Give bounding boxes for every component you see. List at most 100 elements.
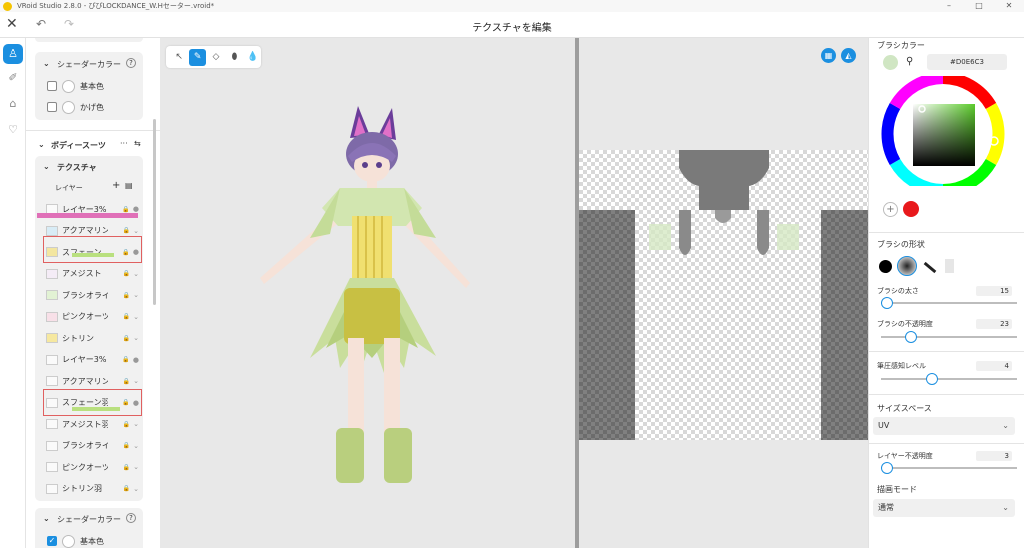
chevron-down-icon[interactable]: ⌄ (38, 140, 45, 149)
help-icon[interactable]: ? (126, 513, 136, 523)
lock-icon[interactable]: 🔒 (123, 464, 130, 471)
expand-icon[interactable]: ⌄ (133, 227, 139, 235)
lock-icon[interactable]: 🔒 (123, 421, 130, 428)
expand-icon[interactable]: ⌄ (133, 334, 139, 342)
base-color-row-2[interactable]: ✓ 基本色 (47, 534, 104, 548)
lock-icon[interactable]: 🔒 (123, 270, 130, 277)
layer-thumbnail (46, 462, 58, 472)
pen-brush-icon[interactable] (923, 261, 937, 274)
lock-icon[interactable]: 🔒 (123, 292, 130, 299)
lock-icon[interactable]: 🔒 (122, 206, 129, 213)
pressure-value[interactable]: 4 (976, 361, 1012, 371)
slider-knob[interactable] (905, 331, 917, 343)
blend-mode-select[interactable]: 通常 ⌄ (873, 499, 1015, 517)
shader-color-card-2: ⌄ シェーダーカラー ? ✓ 基本色 (35, 508, 143, 548)
lock-icon[interactable]: 🔒 (123, 335, 130, 342)
shade-color-swatch[interactable] (62, 100, 75, 114)
expand-icon[interactable]: ⌄ (133, 377, 139, 385)
layer-row[interactable]: アメジスト 🔒 ⌄ (46, 267, 139, 281)
chevron-down-icon[interactable]: ⌄ (43, 162, 50, 171)
pressure-label: 筆圧感知レベル (877, 362, 926, 370)
expand-icon[interactable]: ⌄ (133, 291, 139, 299)
chevron-down-icon[interactable]: ⌄ (43, 514, 50, 523)
layer-row[interactable]: ブラシオライト 🔒⌄ (46, 288, 139, 302)
maximize-button[interactable]: □ (964, 0, 994, 12)
base-color-row[interactable]: 基本色 (47, 79, 104, 93)
base-color-swatch[interactable] (62, 534, 75, 548)
expand-icon[interactable]: ⌄ (133, 270, 139, 278)
layer-row[interactable]: ピンクオーツ 🔒 ⌄ (46, 310, 139, 324)
brush-opacity-slider[interactable] (881, 331, 1017, 343)
brush-size-slider[interactable] (881, 297, 1017, 309)
layer-row[interactable]: アメジスト羽 🔒 ⌄ (46, 417, 139, 431)
slider-knob[interactable] (881, 297, 893, 309)
hard-brush-icon[interactable] (879, 260, 892, 273)
expand-icon[interactable]: ⌄ (133, 463, 139, 471)
uv-viewport[interactable]: ▦ ◭ (579, 38, 868, 548)
add-color-button[interactable]: + (883, 202, 898, 217)
brush-size-value[interactable]: 15 (976, 286, 1012, 296)
shader-color-title-2: シェーダーカラー (57, 515, 121, 524)
window-close-button[interactable]: ✕ (994, 0, 1024, 12)
layer-menu-icon[interactable]: ▤ (125, 181, 133, 190)
soft-brush-icon[interactable] (897, 256, 917, 276)
size-space-select[interactable]: UV ⌄ (873, 417, 1015, 435)
expand-icon[interactable]: ⌄ (133, 485, 139, 493)
brush-opacity-value[interactable]: 23 (976, 319, 1012, 329)
layer-row[interactable]: シトリン羽 🔒 ⌄ (46, 482, 139, 496)
more-icon[interactable]: ··· (120, 139, 128, 148)
chevron-down-icon[interactable]: ⌄ (43, 59, 50, 68)
outfit-icon[interactable]: ⌂ (3, 94, 23, 114)
add-layer-icon[interactable]: + (112, 180, 120, 191)
layer-opacity-slider[interactable] (881, 462, 1017, 474)
expand-icon[interactable]: ⌄ (133, 420, 139, 428)
lock-icon[interactable]: 🔒 (123, 227, 130, 234)
shade-color-checkbox[interactable] (47, 102, 57, 112)
lock-icon[interactable]: 🔒 (123, 485, 130, 492)
slider-knob[interactable] (881, 462, 893, 474)
slider-knob[interactable] (926, 373, 938, 385)
pressure-slider[interactable] (881, 373, 1017, 385)
avatar-icon[interactable]: ♙ (3, 44, 23, 64)
layer-row[interactable]: レイヤー3% 🔒 ● (46, 353, 139, 367)
base-color-checkbox[interactable] (47, 81, 57, 91)
current-color-swatch[interactable] (883, 55, 898, 70)
lock-icon[interactable]: 🔒 (123, 378, 130, 385)
visibility-icon[interactable]: ● (133, 356, 139, 364)
layer-thumbnail (46, 268, 58, 279)
brush-icon[interactable]: ✐ (3, 68, 23, 88)
shade-color-label: かげ色 (80, 102, 104, 112)
divider (869, 351, 1024, 352)
uv-texture-canvas (579, 150, 868, 440)
window-titlebar: VRoid Studio 2.8.0 - ぴぴLOCKDANCE_W.Hセーター… (0, 0, 1024, 12)
lock-icon[interactable]: 🔒 (123, 442, 130, 449)
layer-name: レイヤー3% (62, 355, 107, 364)
expand-icon[interactable]: ⌄ (133, 442, 139, 450)
left-panel: ⌄ シェーダーカラー ? 基本色 かげ色 ⌄ ボディースーツ ··· ⇆ ⌄ テ… (26, 38, 160, 548)
shade-color-row[interactable]: かげ色 (47, 100, 104, 114)
layer-row[interactable]: シトリン 🔒 ⌄ (46, 331, 139, 345)
layer-row[interactable]: アクアマリン 🔒 ⌄ (46, 374, 139, 388)
help-icon[interactable]: ? (126, 58, 136, 68)
settings-icon[interactable]: ⇆ (134, 139, 141, 148)
layer-opacity-value[interactable]: 3 (976, 451, 1012, 461)
expand-icon[interactable]: ⌄ (133, 313, 139, 321)
visibility-icon[interactable]: ● (133, 205, 139, 213)
color-wheel[interactable] (869, 76, 1024, 186)
texture-brush-icon[interactable] (945, 259, 954, 273)
heart-icon[interactable]: ♡ (3, 120, 23, 140)
hex-input[interactable]: #D0E6C3 (927, 54, 1007, 70)
lock-icon[interactable]: 🔒 (122, 356, 129, 363)
3d-viewport[interactable]: ↖ ✎ ◇ ⬮ 💧 (160, 38, 575, 548)
base-color-label: 基本色 (80, 536, 104, 546)
minimize-button[interactable]: – (934, 0, 964, 12)
layer-row[interactable]: ブラシオライト羽 🔒⌄ (46, 439, 139, 453)
layer-name: アクアマリン (62, 226, 108, 235)
recent-color-swatch[interactable] (903, 201, 919, 217)
eyedropper-icon[interactable]: ⚲ (906, 56, 913, 67)
base-color-swatch[interactable] (62, 79, 75, 93)
base-color-checkbox-checked[interactable]: ✓ (47, 536, 57, 546)
lock-icon[interactable]: 🔒 (123, 313, 130, 320)
scrollbar[interactable] (153, 119, 156, 305)
layer-row[interactable]: ピンクオーツ羽 🔒⌄ (46, 460, 139, 474)
